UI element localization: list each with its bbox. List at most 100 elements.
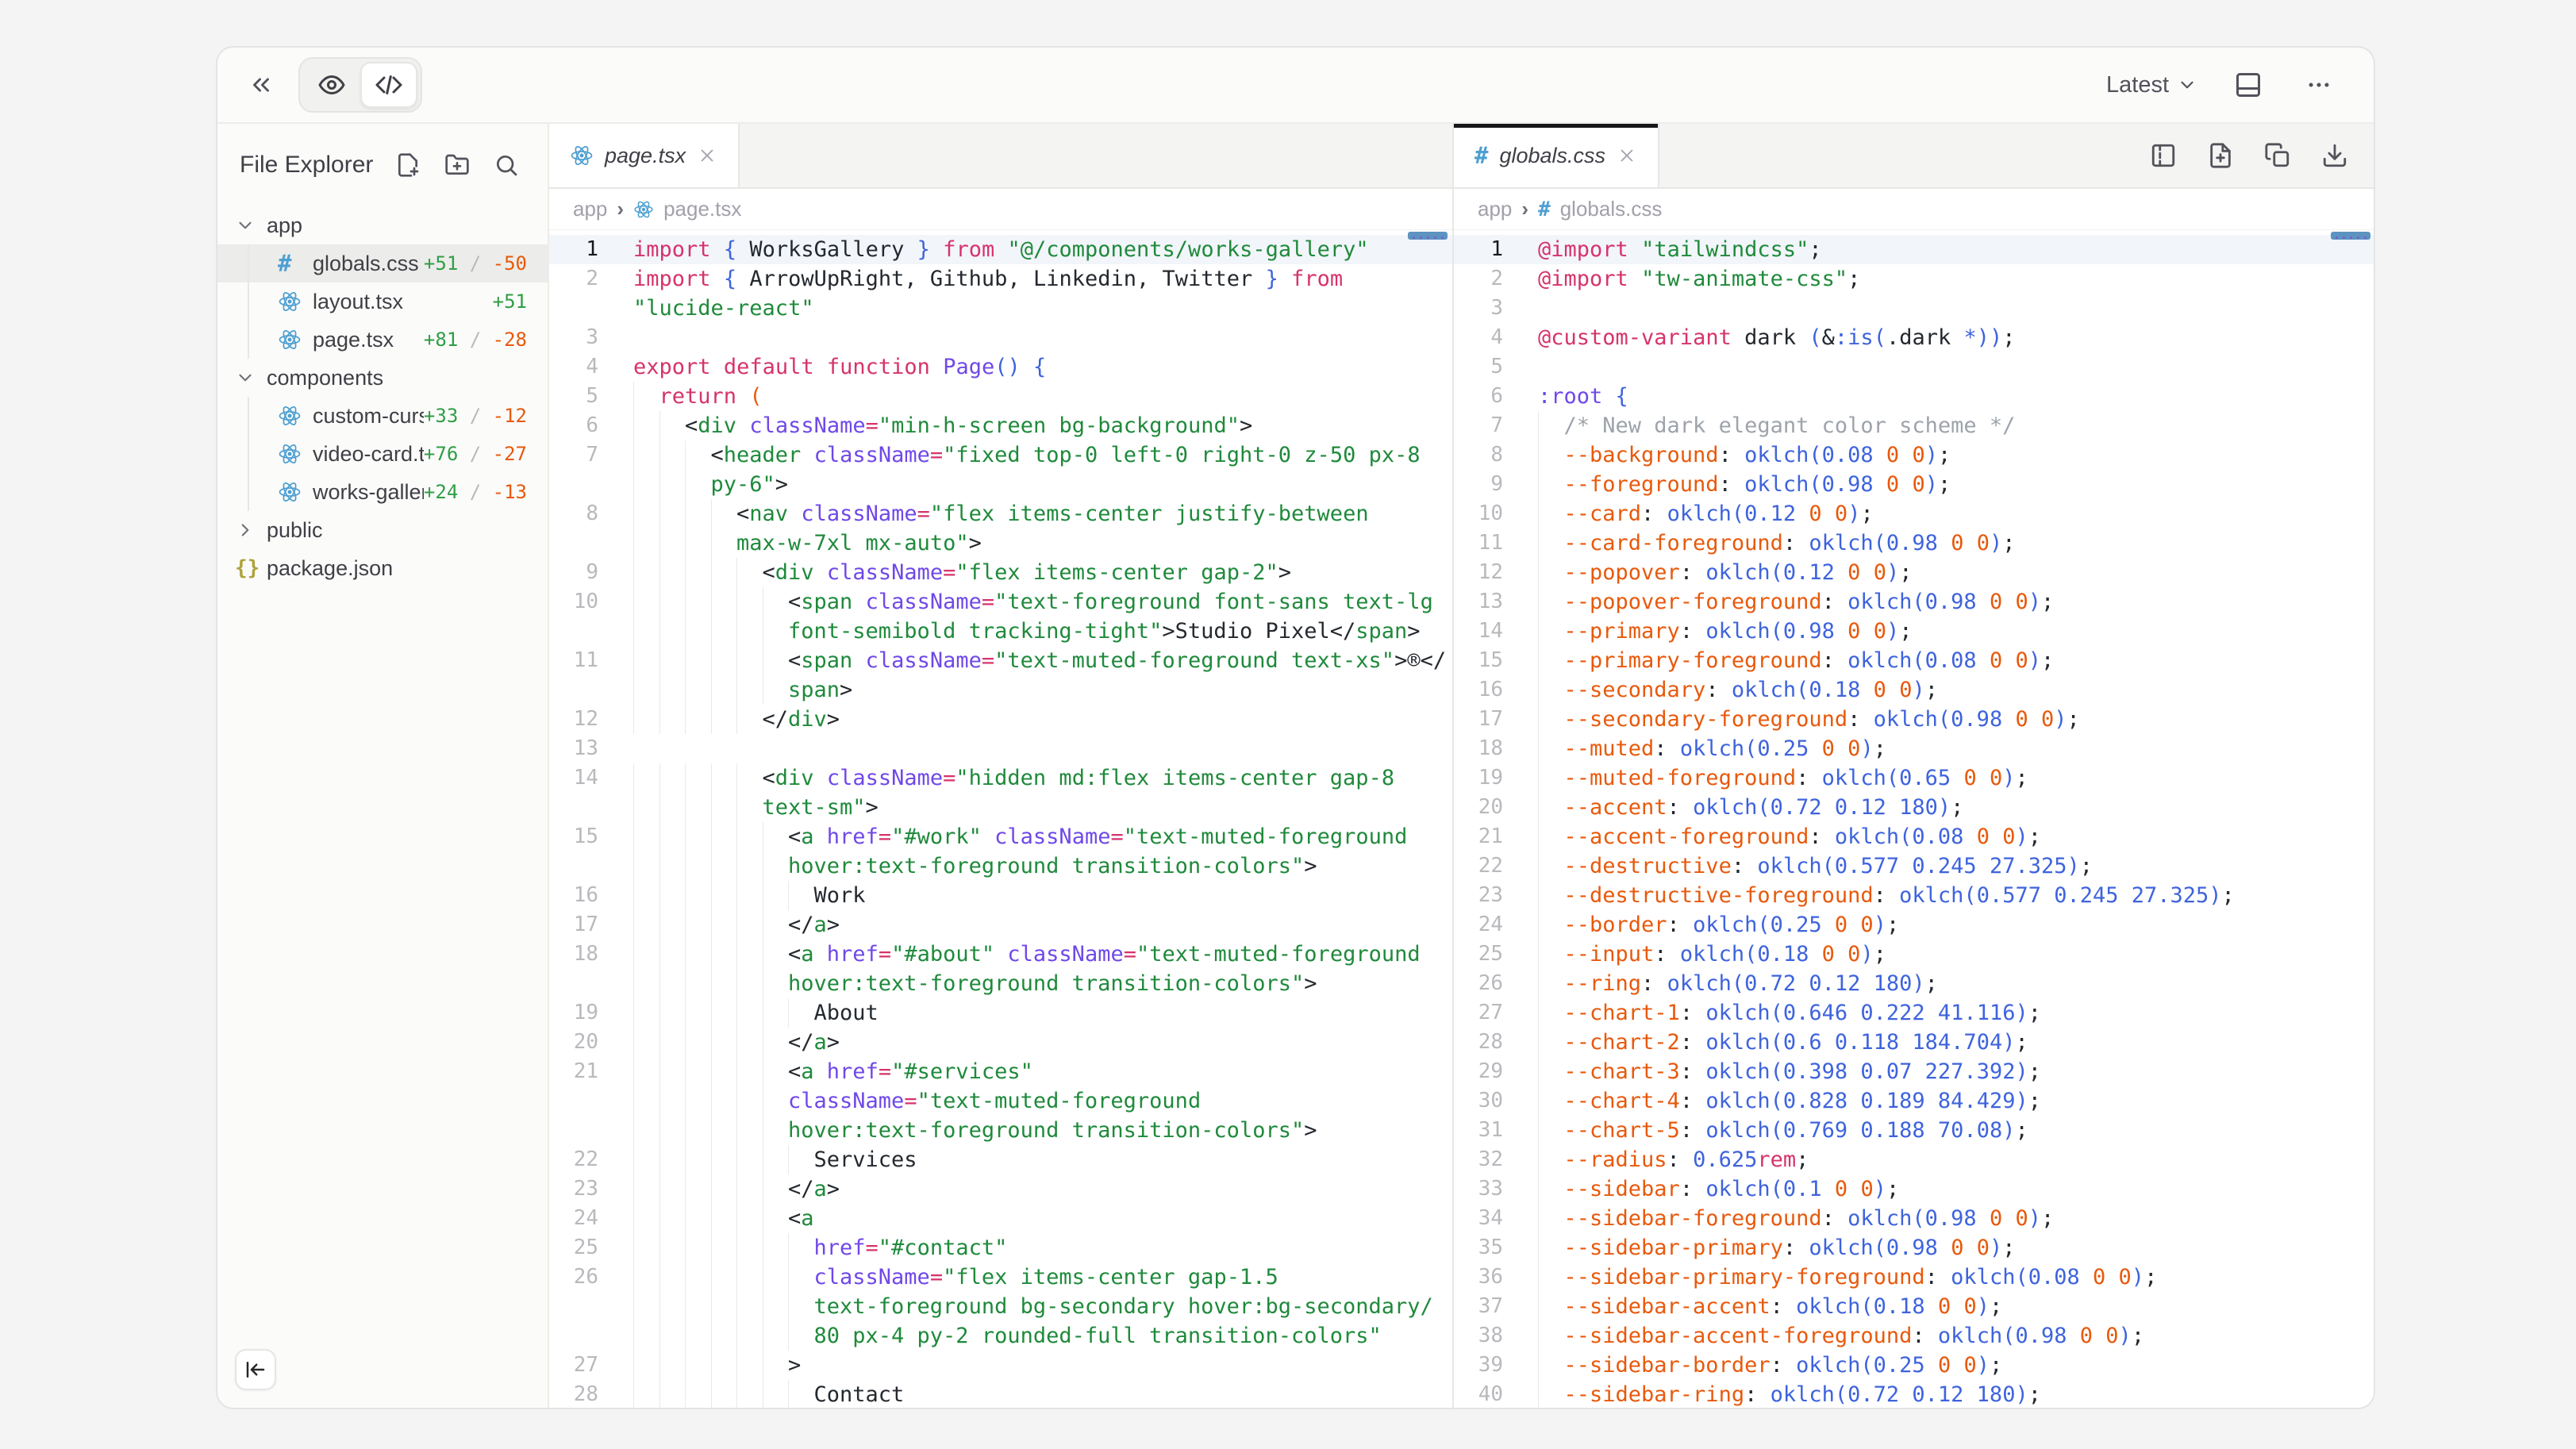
code-line[interactable]: 27--chart-1: oklch(0.646 0.222 41.116);	[1454, 998, 2374, 1028]
code-line[interactable]: 24<a	[549, 1204, 1452, 1233]
code-line[interactable]: 6<div className="min-h-screen bg-backgro…	[549, 411, 1452, 440]
more-options-button[interactable]	[2299, 65, 2339, 105]
preview-toggle-button[interactable]	[303, 62, 360, 108]
code-line[interactable]: 20</a>	[549, 1028, 1452, 1057]
collapse-panel-button[interactable]	[241, 65, 281, 105]
code-line[interactable]: 17--secondary-foreground: oklch(0.98 0 0…	[1454, 705, 2374, 734]
code-line[interactable]: 31--chart-5: oklch(0.769 0.188 70.08);	[1454, 1116, 2374, 1145]
code-line[interactable]: 15--primary-foreground: oklch(0.08 0 0);	[1454, 646, 2374, 675]
code-line[interactable]: 38--sidebar-accent-foreground: oklch(0.9…	[1454, 1321, 2374, 1351]
breadcrumb-root[interactable]: app	[1478, 197, 1512, 221]
code-line[interactable]: 13--popover-foreground: oklch(0.98 0 0);	[1454, 587, 2374, 617]
file-tree-item-globals.css[interactable]: #globals.css+51 / -50	[217, 244, 548, 282]
code-line[interactable]: 5return (	[549, 382, 1452, 411]
code-line[interactable]: 18--muted: oklch(0.25 0 0);	[1454, 734, 2374, 763]
code-line[interactable]: text-sm">	[549, 793, 1452, 822]
code-line[interactable]: 23</a>	[549, 1174, 1452, 1204]
file-tree-item-works-galler[interactable]: works-galler…+24 / -13	[217, 473, 548, 511]
code-line[interactable]: 10<span className="text-foreground font-…	[549, 587, 1452, 617]
code-line[interactable]: 34--sidebar-foreground: oklch(0.98 0 0);	[1454, 1204, 2374, 1233]
file-diff-button[interactable]	[2205, 140, 2236, 171]
copy-button[interactable]	[2263, 140, 2293, 171]
code-line[interactable]: 8<nav className="flex items-center justi…	[549, 499, 1452, 528]
code-line[interactable]: 40--sidebar-ring: oklch(0.72 0.12 180);	[1454, 1380, 2374, 1408]
code-line[interactable]: hover:text-foreground transition-colors"…	[549, 969, 1452, 998]
code-line[interactable]: 11<span className="text-muted-foreground…	[549, 646, 1452, 675]
code-line[interactable]: 23--destructive-foreground: oklch(0.577 …	[1454, 881, 2374, 910]
download-button[interactable]	[2320, 140, 2350, 171]
code-line[interactable]: py-6">	[549, 470, 1452, 499]
code-line[interactable]: 16--secondary: oklch(0.18 0 0);	[1454, 675, 2374, 705]
code-line[interactable]: 10--card: oklch(0.12 0 0);	[1454, 499, 2374, 528]
version-dropdown[interactable]: Latest	[2106, 72, 2197, 98]
code-toggle-button[interactable]	[360, 62, 417, 108]
code-line[interactable]: font-semibold tracking-tight">Studio Pix…	[549, 617, 1452, 646]
code-line[interactable]: 3	[1454, 294, 2374, 323]
file-tree-item-layout.tsx[interactable]: layout.tsx+51	[217, 282, 548, 321]
code-line[interactable]: 25--input: oklch(0.18 0 0);	[1454, 940, 2374, 969]
code-line[interactable]: 2@import "tw-animate-css";	[1454, 264, 2374, 294]
code-line[interactable]: 6:root {	[1454, 382, 2374, 411]
code-line[interactable]: 26--ring: oklch(0.72 0.12 180);	[1454, 969, 2374, 998]
code-line[interactable]: 3	[549, 323, 1452, 352]
code-line[interactable]: 80 px-4 py-2 rounded-full transition-col…	[549, 1321, 1452, 1351]
collapse-sidebar-button[interactable]	[235, 1349, 276, 1390]
code-line[interactable]: 19--muted-foreground: oklch(0.65 0 0);	[1454, 763, 2374, 793]
new-file-button[interactable]	[394, 151, 422, 179]
code-line[interactable]: hover:text-foreground transition-colors"…	[549, 851, 1452, 881]
new-folder-button[interactable]	[443, 151, 471, 179]
tab-page-tsx[interactable]: page.tsx	[549, 124, 740, 187]
code-line[interactable]: 22Services	[549, 1145, 1452, 1174]
code-line[interactable]: 39--sidebar-border: oklch(0.25 0 0);	[1454, 1351, 2374, 1380]
code-line[interactable]: 24--border: oklch(0.25 0 0);	[1454, 910, 2374, 940]
code-line[interactable]: 22--destructive: oklch(0.577 0.245 27.32…	[1454, 851, 2374, 881]
code-line[interactable]: 29--chart-3: oklch(0.398 0.07 227.392);	[1454, 1057, 2374, 1086]
code-right[interactable]: 1@import "tailwindcss";2@import "tw-anim…	[1454, 230, 2374, 1408]
code-line[interactable]: 13	[549, 734, 1452, 763]
code-line[interactable]: 32--radius: 0.625rem;	[1454, 1145, 2374, 1174]
file-tree-item-public[interactable]: public	[217, 511, 548, 549]
code-line[interactable]: 14--primary: oklch(0.98 0 0);	[1454, 617, 2374, 646]
code-line[interactable]: 21--accent-foreground: oklch(0.08 0 0);	[1454, 822, 2374, 851]
code-line[interactable]: 12--popover: oklch(0.12 0 0);	[1454, 558, 2374, 587]
code-line[interactable]: 12</div>	[549, 705, 1452, 734]
code-line[interactable]: 1@import "tailwindcss";	[1454, 235, 2374, 264]
code-line[interactable]: 7/* New dark elegant color scheme */	[1454, 411, 2374, 440]
code-line[interactable]: 9--foreground: oklch(0.98 0 0);	[1454, 470, 2374, 499]
breadcrumb-root[interactable]: app	[573, 197, 607, 221]
code-line[interactable]: className="text-muted-foreground	[549, 1086, 1452, 1116]
code-line[interactable]: 1import { WorksGallery } from "@/compone…	[549, 235, 1452, 264]
code-line[interactable]: "lucide-react"	[549, 294, 1452, 323]
code-line[interactable]: 25href="#contact"	[549, 1233, 1452, 1263]
code-line[interactable]: span>	[549, 675, 1452, 705]
code-line[interactable]: 5	[1454, 352, 2374, 382]
code-line[interactable]: text-foreground bg-secondary hover:bg-se…	[549, 1292, 1452, 1321]
code-left[interactable]: 1import { WorksGallery } from "@/compone…	[549, 230, 1452, 1408]
code-line[interactable]: max-w-7xl mx-auto">	[549, 528, 1452, 558]
code-line[interactable]: hover:text-foreground transition-colors"…	[549, 1116, 1452, 1145]
file-tree-item-video-card.tsx[interactable]: video-card.tsx+76 / -27	[217, 435, 548, 473]
breadcrumb-file[interactable]: page.tsx	[663, 197, 741, 221]
file-tree-item-components[interactable]: components	[217, 359, 548, 397]
code-line[interactable]: 33--sidebar: oklch(0.1 0 0);	[1454, 1174, 2374, 1204]
code-line[interactable]: 14<div className="hidden md:flex items-c…	[549, 763, 1452, 793]
file-tree-item-page.tsx[interactable]: page.tsx+81 / -28	[217, 321, 548, 359]
code-line[interactable]: 26className="flex items-center gap-1.5	[549, 1263, 1452, 1292]
code-line[interactable]: 18<a href="#about" className="text-muted…	[549, 940, 1452, 969]
code-line[interactable]: 8--background: oklch(0.08 0 0);	[1454, 440, 2374, 470]
split-view-button[interactable]	[2148, 140, 2178, 171]
search-files-button[interactable]	[492, 151, 521, 179]
code-line[interactable]: 11--card-foreground: oklch(0.98 0 0);	[1454, 528, 2374, 558]
tab-globals-css[interactable]: # globals.css	[1454, 124, 1659, 187]
code-line[interactable]: 9<div className="flex items-center gap-2…	[549, 558, 1452, 587]
code-line[interactable]: 4export default function Page() {	[549, 352, 1452, 382]
code-line[interactable]: 28--chart-2: oklch(0.6 0.118 184.704);	[1454, 1028, 2374, 1057]
code-line[interactable]: 27>	[549, 1351, 1452, 1380]
code-line[interactable]: 30--chart-4: oklch(0.828 0.189 84.429);	[1454, 1086, 2374, 1116]
code-line[interactable]: 4@custom-variant dark (&:is(.dark *));	[1454, 323, 2374, 352]
code-line[interactable]: 7<header className="fixed top-0 left-0 r…	[549, 440, 1452, 470]
code-line[interactable]: 37--sidebar-accent: oklch(0.18 0 0);	[1454, 1292, 2374, 1321]
file-tree-item-custom-curs[interactable]: custom-curs…+33 / -12	[217, 397, 548, 435]
file-tree-item-app[interactable]: app	[217, 206, 548, 244]
code-line[interactable]: 16Work	[549, 881, 1452, 910]
